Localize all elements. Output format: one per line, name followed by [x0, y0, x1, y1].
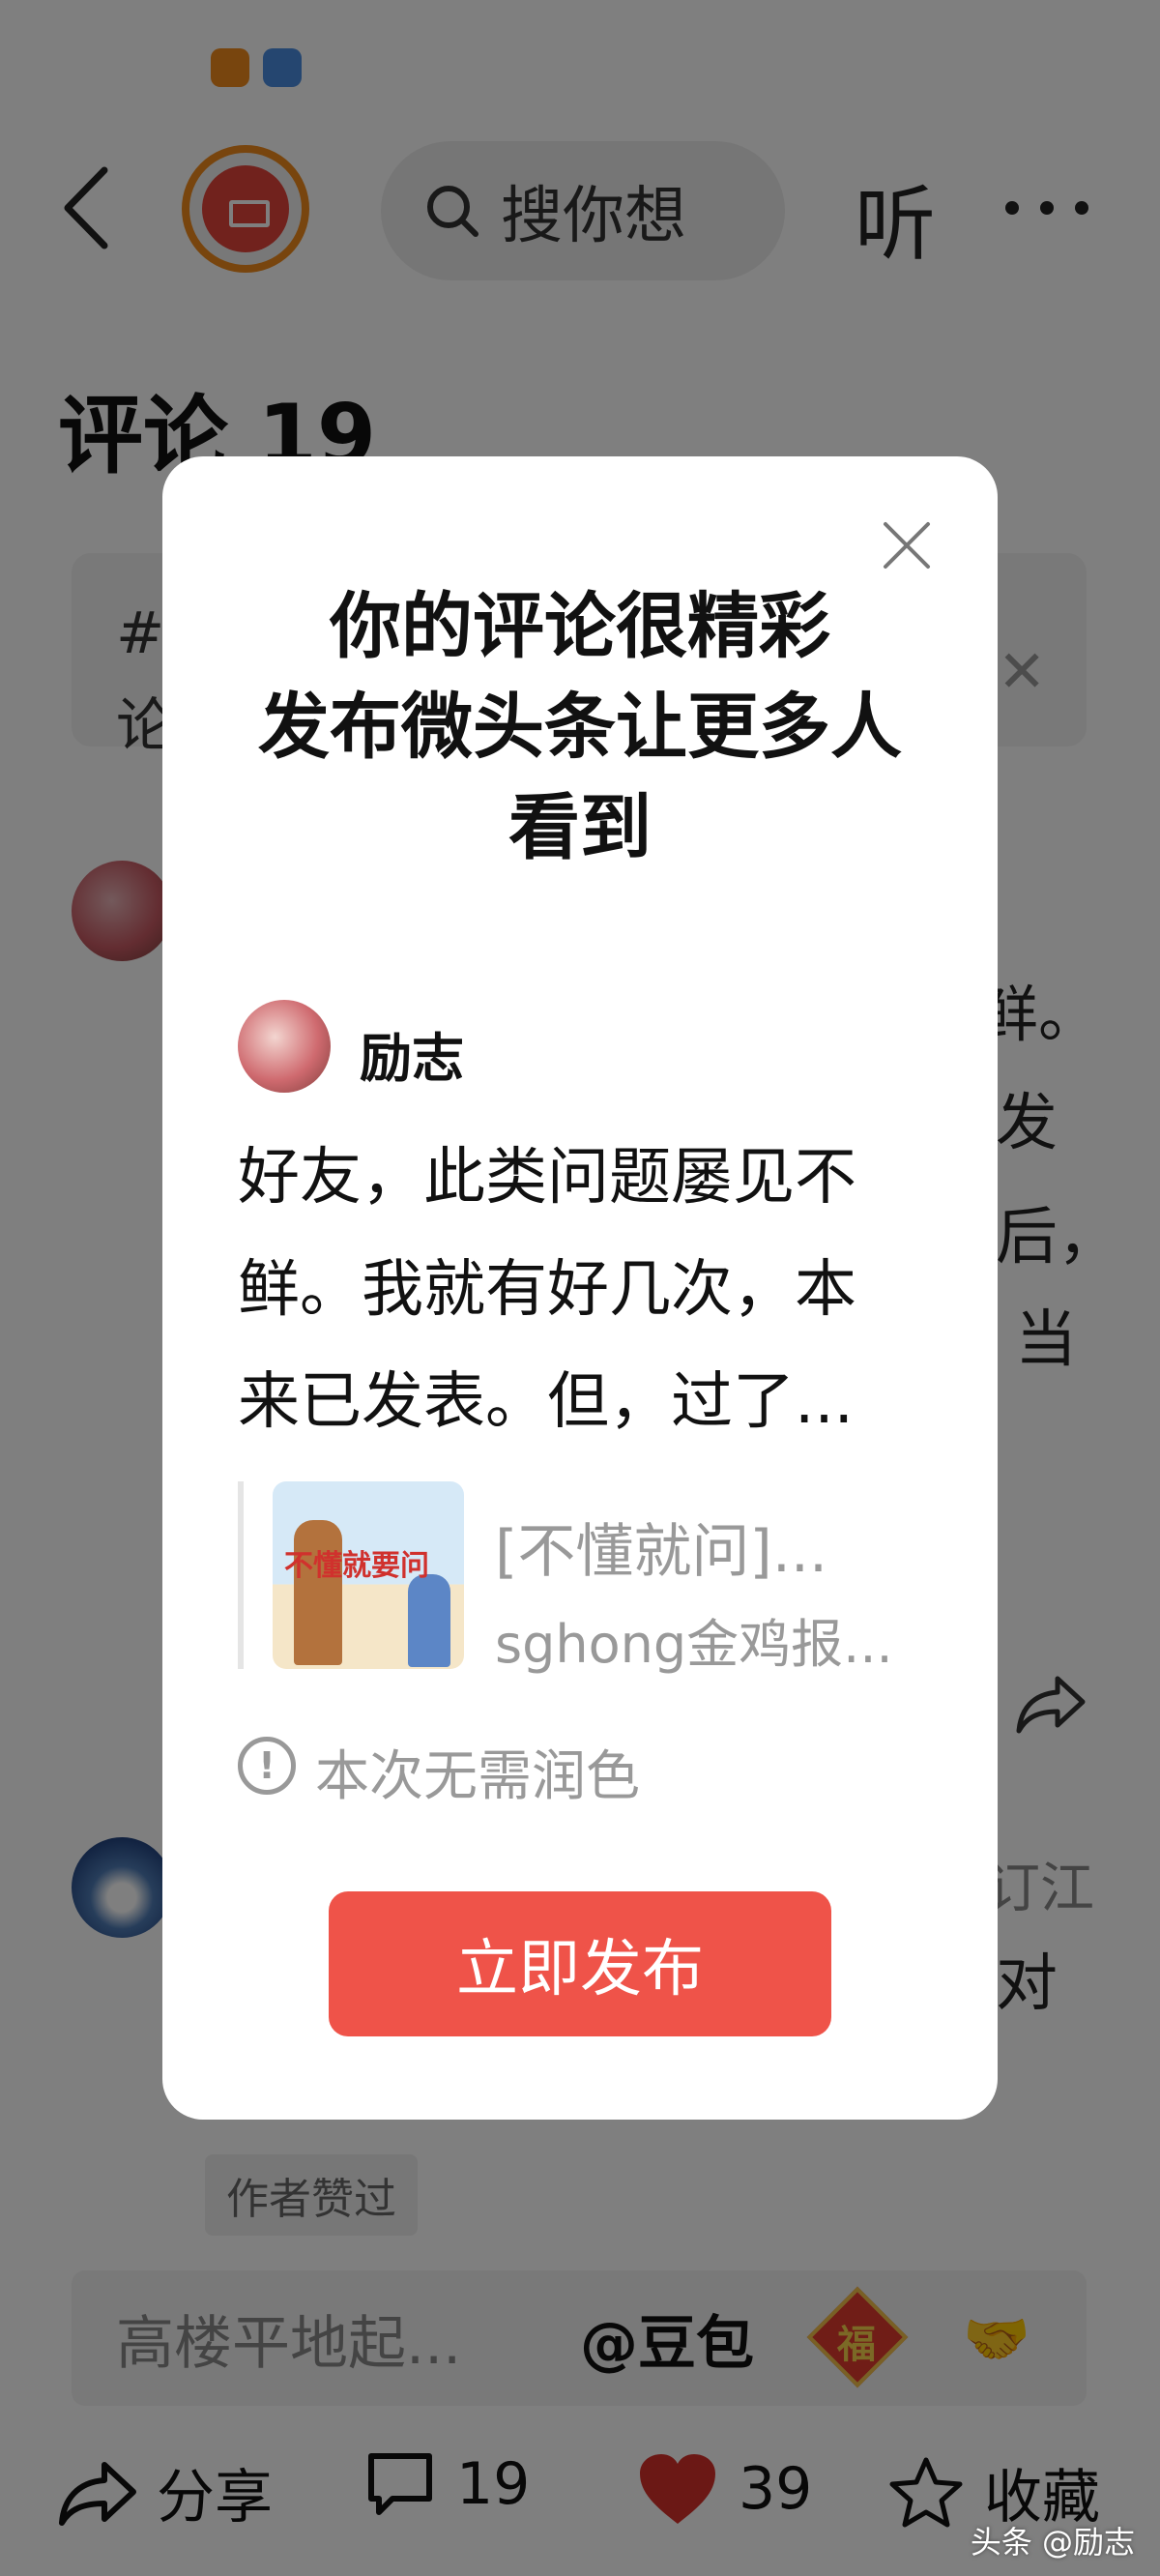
dialog-title-line: 发布微头条让更多人 [258, 686, 902, 769]
quoted-article-thumbnail: 不懂就要问 [273, 1481, 464, 1669]
quoted-article-title: [不懂就问]... [495, 1518, 828, 1586]
author-name: 励志 [360, 1028, 464, 1089]
comment-preview-line: 好友，此类问题屡见不 [238, 1142, 856, 1214]
polish-hint: 本次无需润色 [315, 1745, 640, 1808]
comment-preview-line: 来已发表。但，过了... [238, 1366, 855, 1438]
dialog-title-line: 看到 [508, 786, 652, 869]
close-icon[interactable] [878, 516, 936, 574]
avatar [238, 1000, 331, 1093]
comment-preview: 好友，此类问题屡见不 鲜。我就有好几次，本 来已发表。但，过了... [238, 1122, 934, 1458]
dialog-title-line: 你的评论很精彩 [330, 585, 830, 668]
watermark: 头条 @励志 [970, 2524, 1135, 2561]
info-icon: ! [238, 1737, 296, 1795]
comment-preview-line: 鲜。我就有好几次，本 [238, 1254, 856, 1326]
quoted-article-source: sghong金鸡报... [495, 1614, 893, 1675]
publish-button[interactable]: 立即发布 [329, 1891, 831, 2036]
quote-divider [238, 1481, 244, 1669]
dialog-title: 你的评论很精彩 发布微头条让更多人 看到 [162, 576, 998, 878]
thumbnail-text: 不懂就要问 [284, 1549, 429, 1583]
